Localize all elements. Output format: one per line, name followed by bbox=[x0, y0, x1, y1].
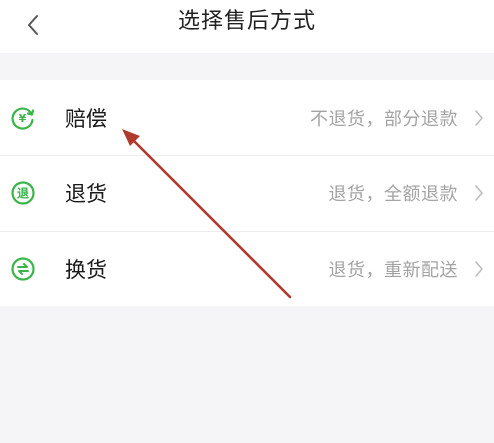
return-icon: 退 bbox=[10, 180, 36, 206]
option-label: 赔偿 bbox=[65, 106, 107, 131]
page-title: 选择售后方式 bbox=[177, 9, 316, 34]
option-description: 退货，全额退款 bbox=[328, 184, 458, 205]
option-description: 退货，重新配送 bbox=[328, 259, 458, 281]
refresh-yen-icon: ¥ bbox=[10, 105, 36, 131]
after-sales-option-list: ¥ 赔偿 不退货，部分退款 退 退货 退货，全额退款 换货 退货，重新配送 bbox=[0, 80, 494, 306]
option-label: 退货 bbox=[65, 182, 107, 206]
svg-text:退: 退 bbox=[17, 187, 29, 201]
option-return[interactable]: 退 退货 退货，全额退款 bbox=[0, 155, 494, 231]
navigation-bar: 选择售后方式 bbox=[0, 0, 494, 53]
svg-text:¥: ¥ bbox=[19, 112, 27, 125]
option-description: 不退货，部分退款 bbox=[310, 108, 458, 130]
chevron-right-icon bbox=[472, 259, 486, 279]
option-label: 换货 bbox=[65, 257, 107, 282]
option-exchange[interactable]: 换货 退货，重新配送 bbox=[0, 231, 494, 306]
chevron-right-icon bbox=[472, 183, 486, 203]
chevron-right-icon bbox=[472, 108, 486, 128]
option-compensation[interactable]: ¥ 赔偿 不退货，部分退款 bbox=[0, 80, 494, 155]
exchange-icon bbox=[10, 256, 36, 282]
